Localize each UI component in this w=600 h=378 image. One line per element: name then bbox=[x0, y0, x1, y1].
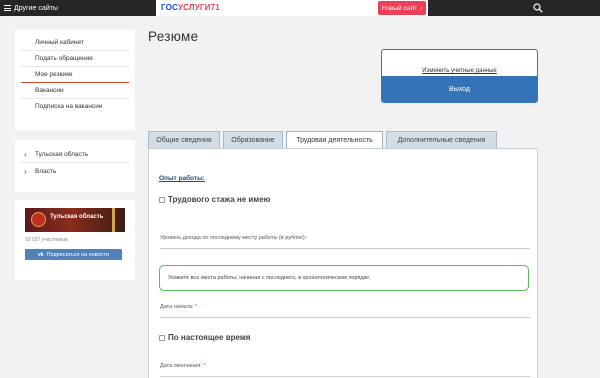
vk-group-banner[interactable]: Тульская область bbox=[25, 208, 125, 232]
tab-education[interactable]: Образование bbox=[223, 131, 283, 149]
sidebar-item-resume[interactable]: Мое резюме bbox=[21, 67, 129, 83]
resume-tabs: Общие сведения Образование Трудовая деят… bbox=[148, 131, 500, 150]
sidebar-menu: Личный кабинет Подать обращение Мое резю… bbox=[15, 30, 135, 130]
change-credentials-link[interactable]: Изменить учетные данные bbox=[382, 68, 537, 74]
income-field[interactable]: Уровень дохода по последнему месту работ… bbox=[160, 235, 530, 249]
current-job-label: По настоящее время bbox=[168, 333, 251, 342]
no-experience-label: Трудового стажа не имею bbox=[168, 195, 271, 204]
sidebar-item-cabinet[interactable]: Личный кабинет bbox=[21, 35, 129, 51]
menu-icon bbox=[4, 5, 11, 11]
vk-subscribe-label: Подписаться на новости bbox=[46, 251, 110, 258]
tab-additional[interactable]: Дополнительные сведения bbox=[386, 131, 497, 149]
vk-icon: vk bbox=[37, 251, 44, 258]
sidebar-links: › Тульская область › Власть bbox=[15, 140, 135, 192]
sidebar-link-label: Тульская область bbox=[35, 150, 89, 158]
sidebar-item-subscription[interactable]: Подписка на вакансии bbox=[21, 99, 129, 115]
gosuslugi-logo: ГОСУСЛУГИ71 bbox=[161, 3, 220, 12]
chevron-right-icon: › bbox=[24, 149, 27, 159]
region-emblem-icon bbox=[31, 212, 46, 227]
tab-general[interactable]: Общие сведения bbox=[148, 131, 220, 149]
vk-group-name: Тульская область bbox=[50, 214, 104, 220]
other-sites-label: Другие сайты bbox=[14, 4, 58, 12]
search-icon[interactable] bbox=[533, 3, 543, 13]
logout-button[interactable]: Выход bbox=[382, 76, 537, 102]
kremlin-tower-icon bbox=[112, 208, 115, 232]
other-sites-button[interactable]: Другие сайты bbox=[4, 2, 58, 14]
vk-members-count: 19 037 участников bbox=[25, 237, 68, 243]
sidebar-item-vacancies[interactable]: Вакансии bbox=[21, 83, 129, 99]
new-site-button[interactable]: Новый сайт › bbox=[378, 1, 426, 15]
new-site-label: Новый сайт bbox=[381, 4, 418, 12]
start-date-field[interactable]: Дата начала: * bbox=[160, 304, 530, 318]
sidebar-link-region[interactable]: › Тульская область bbox=[21, 146, 129, 163]
vk-widget: Тульская область 19 037 участников vk По… bbox=[15, 200, 135, 280]
no-experience-checkbox[interactable]: Трудового стажа не имею bbox=[159, 195, 271, 204]
work-experience-panel: Опыт работы: Трудового стажа не имею Уро… bbox=[148, 148, 538, 378]
section-title: Опыт работы: bbox=[159, 175, 205, 182]
chevron-right-icon: › bbox=[420, 4, 423, 12]
sidebar-link-label: Власть bbox=[35, 168, 57, 175]
start-date-label: Дата начала: bbox=[160, 304, 194, 310]
chevron-right-icon: › bbox=[24, 167, 27, 176]
current-job-checkbox[interactable]: По настоящее время bbox=[159, 333, 250, 342]
checkbox-box[interactable] bbox=[159, 334, 165, 341]
checkbox-box[interactable] bbox=[159, 196, 165, 203]
required-mark: * bbox=[194, 304, 198, 310]
vk-subscribe-button[interactable]: vk Подписаться на новости bbox=[25, 249, 122, 260]
gosuslugi-banner[interactable]: ГОСУСЛУГИ71 Новый сайт › bbox=[156, 0, 428, 16]
sidebar-item-appeal[interactable]: Подать обращение bbox=[21, 51, 129, 67]
account-box: Изменить учетные данные Выход bbox=[381, 49, 538, 103]
hint-box: Укажите все места работы, начиная с посл… bbox=[159, 265, 529, 291]
end-date-field[interactable]: Дата окончания: * bbox=[160, 363, 530, 377]
income-label: Уровень дохода по последнему месту работ… bbox=[160, 235, 307, 241]
top-bar: Другие сайты ГОСУСЛУГИ71 Новый сайт › bbox=[0, 0, 600, 16]
required-mark: * bbox=[306, 235, 308, 240]
required-mark: * bbox=[203, 363, 206, 369]
end-date-label: Дата окончания: bbox=[160, 363, 202, 369]
page-title: Резюме bbox=[148, 29, 199, 44]
sidebar-link-government[interactable]: › Власть bbox=[21, 163, 129, 180]
